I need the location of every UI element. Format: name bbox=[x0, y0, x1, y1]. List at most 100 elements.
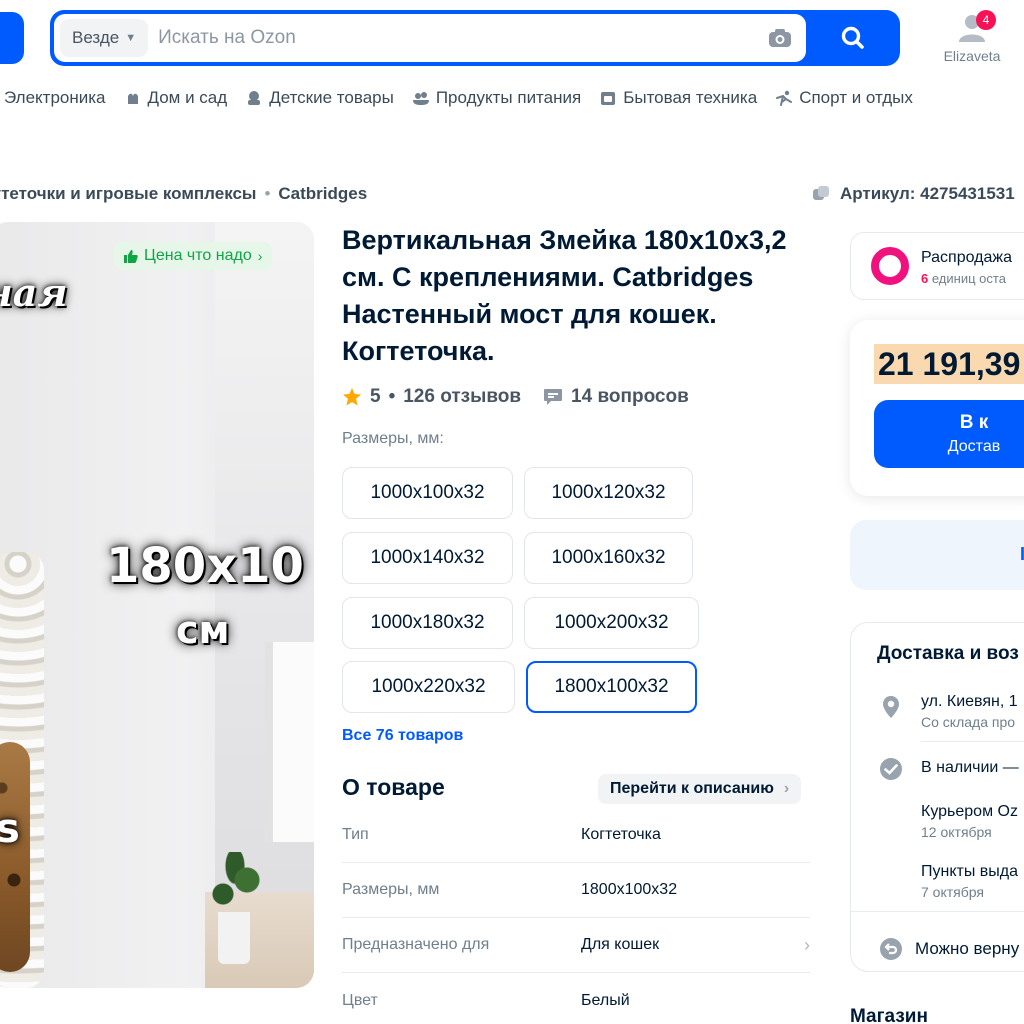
star-icon bbox=[343, 388, 361, 406]
image-overlay-title: ьная bbox=[0, 270, 68, 315]
size-option[interactable]: 1000x200x32 bbox=[524, 597, 699, 649]
catalog-button[interactable] bbox=[0, 12, 24, 64]
size-option[interactable]: 1000x140x32 bbox=[342, 532, 513, 584]
reviews-link[interactable]: 126 отзывов bbox=[403, 386, 521, 408]
category-nav: Электроника Дом и сад Детские товары Про… bbox=[4, 88, 913, 108]
delivery-title: Доставка и воз bbox=[877, 643, 1019, 664]
breadcrumb-item[interactable]: Catbridges bbox=[278, 184, 367, 204]
property-value: 1800x100x32 bbox=[581, 881, 678, 898]
chevron-down-icon: ▼ bbox=[125, 32, 137, 44]
appliances-icon bbox=[599, 89, 617, 107]
returns-info[interactable]: Можно верну bbox=[915, 939, 1019, 959]
breadcrumb: гтеточки и игровые комплексы • Catbridge… bbox=[0, 184, 367, 204]
sizes-label: Размеры, мм: bbox=[342, 430, 444, 447]
pickup-label: Пункты выда bbox=[921, 863, 1019, 880]
questions-label: 14 вопросов bbox=[571, 386, 689, 407]
breadcrumb-item[interactable]: гтеточки и игровые комплексы bbox=[0, 184, 256, 204]
image-overlay-unit: см bbox=[176, 608, 230, 652]
price-badge[interactable]: Цена что надо › bbox=[114, 242, 273, 270]
size-option[interactable]: 1000x180x32 bbox=[342, 597, 513, 649]
location-pin-icon bbox=[883, 696, 899, 718]
courier-label: Курьером Oz bbox=[921, 803, 1018, 820]
category-food[interactable]: Продукты питания bbox=[412, 88, 581, 108]
image-window bbox=[265, 642, 314, 842]
property-row: Размеры, мм 1800x100x32 bbox=[342, 863, 810, 918]
search-field-wrapper: Везде ▼ bbox=[54, 14, 806, 62]
kids-icon bbox=[245, 89, 263, 107]
questions-link[interactable]: 14 вопросов bbox=[543, 386, 689, 408]
divider bbox=[851, 911, 1024, 912]
search-input[interactable] bbox=[158, 18, 760, 58]
size-option[interactable]: 1000x100x32 bbox=[342, 467, 513, 519]
image-overlay-size: 180x10 bbox=[106, 538, 304, 594]
sale-sub-label: единиц оста bbox=[931, 271, 1006, 286]
search-button[interactable] bbox=[806, 10, 900, 66]
image-cat bbox=[0, 742, 30, 972]
sale-count: 6 bbox=[921, 271, 929, 286]
price-card: 21 191,39 ₽ В к Достав bbox=[850, 320, 1024, 496]
price-badge-label: Цена что надо bbox=[144, 247, 252, 264]
returns-label: Можно верну bbox=[915, 939, 1020, 958]
property-value: Для кошек bbox=[581, 936, 660, 953]
article-number[interactable]: Артикул: 4275431531 bbox=[812, 184, 1015, 204]
favorites-label: I bbox=[1020, 544, 1024, 564]
category-label: Бытовая техника bbox=[623, 88, 758, 107]
properties-list: Тип Когтеточка Размеры, мм 1800x100x32 П… bbox=[342, 808, 810, 1024]
property-key: Размеры, мм bbox=[342, 881, 440, 898]
favorites-card[interactable]: I bbox=[850, 520, 1024, 590]
chevron-right-icon: › bbox=[804, 934, 810, 955]
category-appliances[interactable]: Бытовая техника bbox=[599, 88, 757, 108]
size-option[interactable]: 1000x160x32 bbox=[524, 532, 693, 584]
user-profile[interactable]: 4 Elizaveta bbox=[930, 10, 1014, 64]
stock-label: В наличии — bbox=[921, 759, 1019, 776]
rating-value: 5 bbox=[370, 386, 381, 407]
camera-icon[interactable] bbox=[760, 18, 800, 58]
image-overlay-letter: s bbox=[0, 806, 20, 852]
check-circle-icon bbox=[880, 758, 902, 780]
shop-title: Магазин bbox=[850, 1006, 928, 1024]
property-row: Цвет Белый bbox=[342, 973, 810, 1024]
category-home-garden[interactable]: Дом и сад bbox=[124, 88, 227, 108]
search-scope-label: Везде bbox=[72, 28, 120, 47]
add-to-cart-label: В к bbox=[959, 412, 989, 433]
food-icon bbox=[412, 89, 430, 107]
sport-icon bbox=[775, 89, 793, 107]
search-scope-dropdown[interactable]: Везде ▼ bbox=[60, 19, 149, 57]
notification-badge: 4 bbox=[976, 10, 996, 30]
category-label: Спорт и отдых bbox=[799, 88, 913, 107]
chevron-right-icon: › bbox=[783, 780, 790, 797]
add-to-cart-button[interactable]: В к Достав bbox=[874, 400, 1024, 468]
property-row: Тип Когтеточка bbox=[342, 808, 810, 863]
size-option[interactable]: 1000x220x32 bbox=[342, 661, 515, 713]
image-plant-pot bbox=[218, 912, 250, 964]
sale-title: Распродажа bbox=[921, 249, 1012, 266]
property-value: Когтеточка bbox=[581, 826, 661, 843]
pickup-date: 7 октября bbox=[921, 884, 984, 900]
property-value: Белый bbox=[581, 991, 630, 1009]
size-option[interactable]: 1000x120x32 bbox=[524, 467, 693, 519]
return-icon bbox=[880, 938, 902, 960]
product-image[interactable] bbox=[0, 222, 314, 988]
goto-description-button[interactable]: Перейти к описанию › bbox=[598, 774, 802, 804]
sale-subtitle: 6 единиц оста bbox=[921, 271, 1006, 286]
breadcrumb-separator: • bbox=[264, 184, 271, 203]
all-items-link[interactable]: Все 76 товаров bbox=[342, 727, 463, 745]
search-bar: Везде ▼ bbox=[50, 10, 900, 66]
delivery-address[interactable]: ул. Киевян, 1 Со склада про bbox=[921, 693, 1018, 730]
product-price: 21 191,39 ₽ bbox=[874, 344, 1024, 384]
delivery-pickup[interactable]: Пункты выда 7 октября bbox=[921, 863, 1018, 900]
copy-icon bbox=[813, 186, 829, 200]
category-sport[interactable]: Спорт и отдых bbox=[775, 88, 913, 108]
sale-promo-card[interactable]: Распродажа 6 единиц оста bbox=[850, 232, 1024, 300]
delivery-card: Доставка и воз ул. Киевян, 1 Со склада п… bbox=[850, 622, 1024, 972]
address-sub: Со склада про bbox=[921, 714, 1016, 730]
property-key: Цвет bbox=[342, 991, 378, 1009]
size-option-selected[interactable]: 1800x100x32 bbox=[526, 661, 697, 713]
thumbs-up-icon bbox=[124, 250, 138, 263]
category-kids[interactable]: Детские товары bbox=[245, 88, 394, 108]
delivery-courier[interactable]: Курьером Oz 12 октября bbox=[921, 803, 1018, 840]
category-electronics[interactable]: Электроника bbox=[4, 88, 106, 108]
property-row[interactable]: Предназначено для Для кошек › bbox=[342, 918, 810, 973]
about-heading: О товаре bbox=[342, 774, 445, 800]
home-garden-icon bbox=[124, 89, 142, 107]
